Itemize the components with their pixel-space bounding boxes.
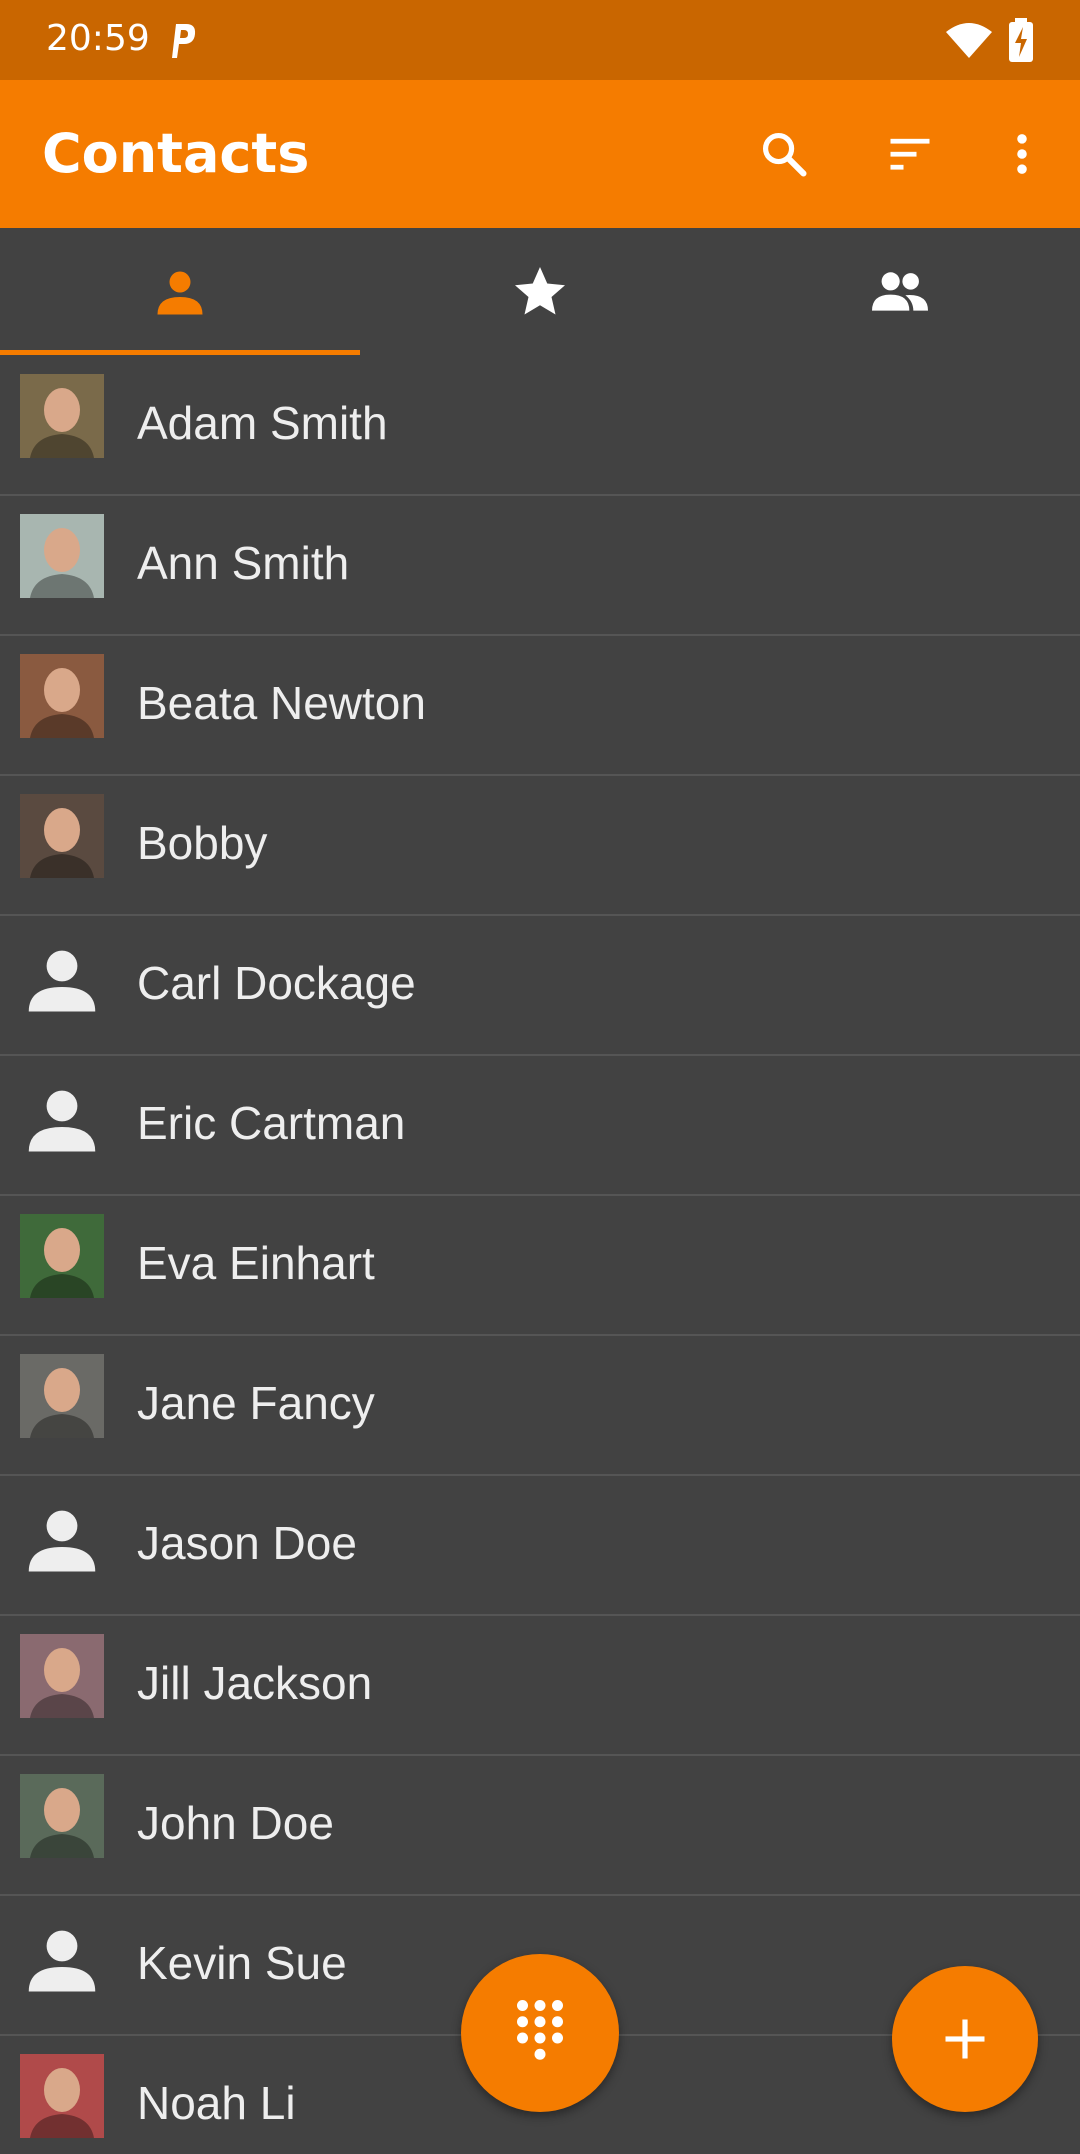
contact-name: Bobby	[137, 817, 268, 869]
contact-photo-avatar	[20, 1214, 104, 1298]
status-bar: 20:59	[0, 0, 1080, 80]
contact-list-item[interactable]: John Doe	[0, 1756, 1080, 1896]
contact-photo-avatar	[20, 374, 104, 458]
app-bar: Contacts	[0, 80, 1080, 228]
battery-charging-icon	[1009, 18, 1033, 62]
contact-list-item[interactable]: Jason Doe	[0, 1476, 1080, 1616]
selected-tab-indicator	[0, 350, 360, 355]
contact-photo-avatar	[20, 1774, 104, 1858]
contact-name: Jane Fancy	[137, 1377, 375, 1429]
contact-list-item[interactable]: Carl Dockage	[0, 916, 1080, 1056]
contact-photo-avatar	[20, 514, 104, 598]
contact-list[interactable]: Adam Smith Ann Smith Beata Newton Bobby Carl…	[0, 356, 1080, 2154]
dialpad-icon	[517, 2000, 563, 2060]
contact-name: Beata Newton	[137, 677, 426, 729]
contact-photo-avatar	[20, 794, 104, 878]
person-placeholder-icon	[20, 1918, 104, 2002]
person-icon	[157, 271, 203, 315]
contact-name: John Doe	[137, 1797, 334, 1849]
person-placeholder-icon	[20, 1498, 104, 1582]
parking-icon	[172, 24, 196, 58]
group-icon	[872, 272, 928, 311]
tab-contacts[interactable]	[0, 228, 360, 356]
dialpad-button[interactable]	[461, 1954, 619, 2112]
plus-icon	[945, 2019, 985, 2059]
contact-list-item[interactable]: Jane Fancy	[0, 1336, 1080, 1476]
contact-photo-avatar	[20, 2054, 104, 2138]
wifi-icon	[946, 23, 992, 58]
tab-bar	[0, 228, 1080, 356]
star-icon	[515, 267, 565, 315]
contact-photo-avatar	[20, 1354, 104, 1438]
more-vert-icon	[1017, 134, 1027, 174]
more-options-button[interactable]	[990, 122, 1054, 186]
person-placeholder-icon	[20, 1078, 104, 1162]
contact-list-item[interactable]: Eric Cartman	[0, 1056, 1080, 1196]
page-title: Contacts	[42, 122, 310, 185]
contact-name: Adam Smith	[137, 397, 388, 449]
contact-name: Kevin Sue	[137, 1937, 347, 1989]
contact-name: Jill Jackson	[137, 1657, 373, 1709]
person-placeholder-icon	[20, 938, 104, 1022]
contact-list-item[interactable]: Eva Einhart	[0, 1196, 1080, 1336]
contact-list-item[interactable]: Jill Jackson	[0, 1616, 1080, 1756]
contact-list-item[interactable]: Bobby	[0, 776, 1080, 916]
tab-groups[interactable]	[720, 228, 1080, 356]
contact-name: Eric Cartman	[137, 1097, 406, 1149]
contact-list-item[interactable]: Ann Smith	[0, 496, 1080, 636]
contact-name: Ann Smith	[137, 537, 350, 589]
search-icon	[762, 132, 807, 177]
contact-photo-avatar	[20, 1634, 104, 1718]
contact-list-item[interactable]: Adam Smith	[0, 356, 1080, 496]
add-contact-button[interactable]	[892, 1966, 1038, 2112]
contact-list-item[interactable]: Beata Newton	[0, 636, 1080, 776]
sort-button[interactable]	[878, 122, 942, 186]
search-button[interactable]	[752, 122, 816, 186]
contact-name: Noah Li	[137, 2077, 296, 2129]
status-time: 20:59	[46, 18, 150, 59]
sort-icon	[890, 138, 930, 170]
tab-favorites[interactable]	[360, 228, 720, 356]
contact-name: Jason Doe	[137, 1517, 357, 1569]
contact-name: Eva Einhart	[137, 1237, 375, 1289]
contact-name: Carl Dockage	[137, 957, 416, 1009]
contact-photo-avatar	[20, 654, 104, 738]
